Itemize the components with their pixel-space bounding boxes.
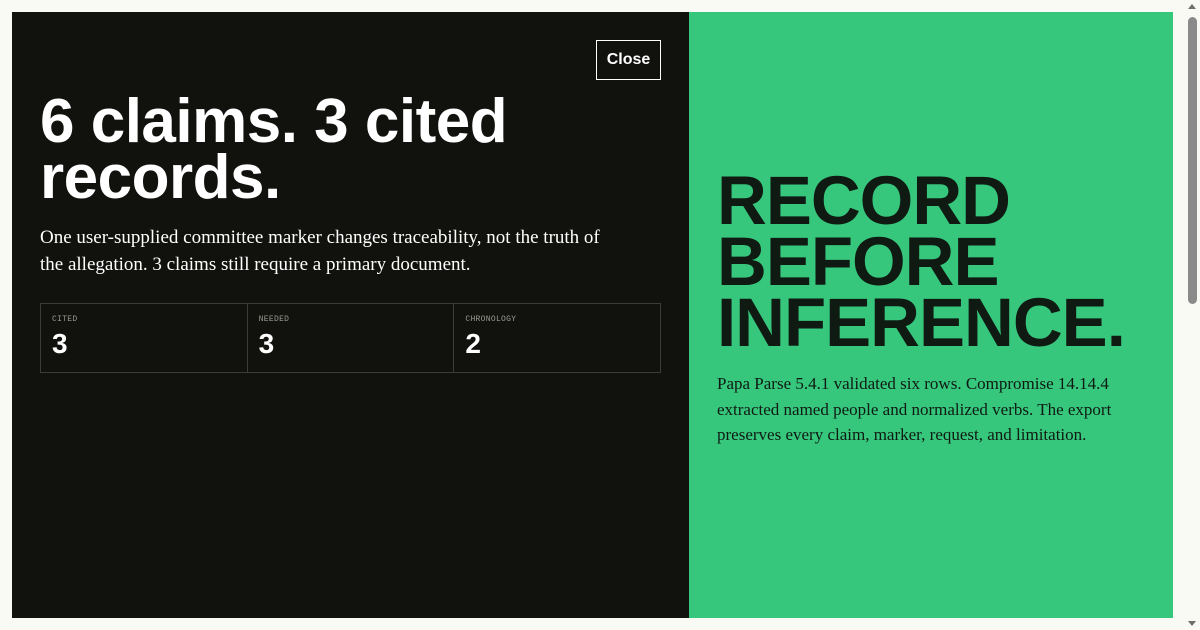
stat-value: 2 [465, 328, 481, 359]
stat-label: CITED [52, 315, 78, 324]
principle-panel: RECORD BEFORE INFERENCE. Papa Parse 5.4.… [689, 12, 1173, 618]
stat-label: NEEDED [258, 315, 290, 324]
page-scrollbar[interactable] [1185, 0, 1200, 630]
principle-slogan: RECORD BEFORE INFERENCE. [717, 162, 1153, 361]
stat-label: CHRONOLOGY [465, 315, 517, 324]
stat-value: 3 [52, 328, 68, 359]
scroll-up-icon[interactable] [1188, 4, 1196, 9]
stat-needed: NEEDED 3 [248, 304, 455, 372]
stat-cited: CITED 3 [41, 304, 248, 372]
close-button[interactable]: Close [596, 40, 661, 80]
summary-modal: Close 6 claims. 3 cited records. One use… [12, 12, 1173, 618]
summary-lede: One user-supplied committee marker chang… [40, 227, 600, 275]
summary-panel: Close 6 claims. 3 cited records. One use… [12, 12, 689, 618]
principle-body: Papa Parse 5.4.1 validated six rows. Com… [717, 374, 1112, 444]
summary-headline: 6 claims. 3 cited records. [40, 87, 508, 212]
scrollbar-thumb[interactable] [1188, 17, 1197, 304]
stat-value: 3 [258, 328, 275, 359]
scroll-down-icon[interactable] [1188, 621, 1196, 626]
slogan-line: INFERENCE. [717, 284, 1126, 361]
slogan-line: RECORD [717, 162, 1011, 239]
slogan-line: BEFORE [717, 223, 1000, 300]
stats-grid: CITED 3 NEEDED 3 CHRONOLOGY 2 [40, 303, 661, 373]
stat-chronology: CHRONOLOGY 2 [454, 304, 660, 372]
